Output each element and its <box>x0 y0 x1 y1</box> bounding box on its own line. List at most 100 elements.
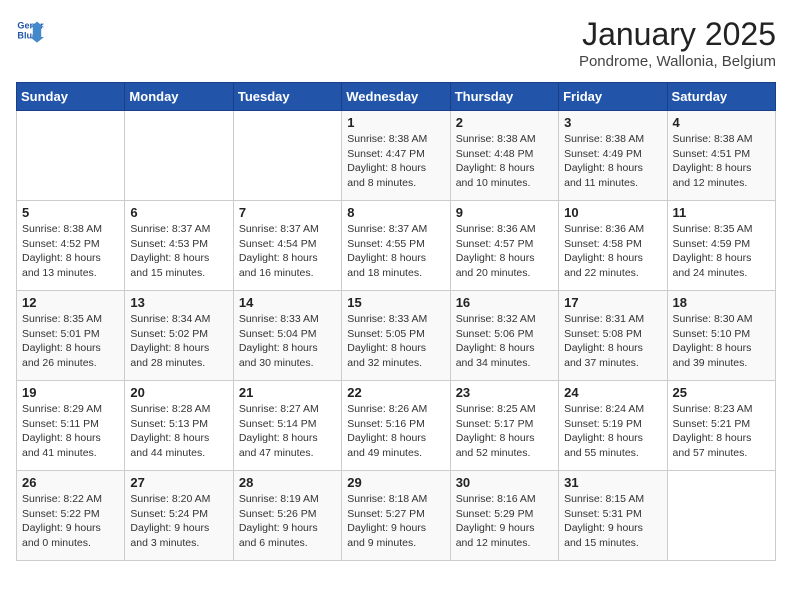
calendar-cell <box>667 471 775 561</box>
day-number: 4 <box>673 115 770 130</box>
calendar-week-3: 12Sunrise: 8:35 AM Sunset: 5:01 PM Dayli… <box>17 291 776 381</box>
calendar-cell: 8 Sunrise: 8:37 AM Sunset: 4:55 PM Daylig… <box>342 201 450 291</box>
calendar-cell: 3 Sunrise: 8:38 AM Sunset: 4:49 PM Daylig… <box>559 111 667 201</box>
calendar-week-2: 5 Sunrise: 8:38 AM Sunset: 4:52 PM Daylig… <box>17 201 776 291</box>
calendar-header-row: SundayMondayTuesdayWednesdayThursdayFrid… <box>17 83 776 111</box>
day-info: Sunrise: 8:38 AM Sunset: 4:49 PM Dayligh… <box>564 132 661 191</box>
day-info: Sunrise: 8:32 AM Sunset: 5:06 PM Dayligh… <box>456 312 553 371</box>
day-info: Sunrise: 8:38 AM Sunset: 4:52 PM Dayligh… <box>22 222 119 281</box>
calendar-cell: 6Sunrise: 8:37 AM Sunset: 4:53 PM Daylig… <box>125 201 233 291</box>
day-number: 14 <box>239 295 336 310</box>
day-number: 5 <box>22 205 119 220</box>
calendar-cell: 23 Sunrise: 8:25 AM Sunset: 5:17 PM Dayli… <box>450 381 558 471</box>
title-block: January 2025 Pondrome, Wallonia, Belgium <box>579 16 776 70</box>
column-header-saturday: Saturday <box>667 83 775 111</box>
day-number: 25 <box>673 385 770 400</box>
calendar-cell: 25Sunrise: 8:23 AM Sunset: 5:21 PM Dayli… <box>667 381 775 471</box>
calendar-cell: 4 Sunrise: 8:38 AM Sunset: 4:51 PM Daylig… <box>667 111 775 201</box>
calendar-cell: 26 Sunrise: 8:22 AM Sunset: 5:22 PM Dayli… <box>17 471 125 561</box>
calendar-body: 1 Sunrise: 8:38 AM Sunset: 4:47 PM Daylig… <box>17 111 776 561</box>
day-info: Sunrise: 8:25 AM Sunset: 5:17 PM Dayligh… <box>456 402 553 461</box>
calendar-table: SundayMondayTuesdayWednesdayThursdayFrid… <box>16 82 776 561</box>
day-number: 13 <box>130 295 227 310</box>
day-number: 18 <box>673 295 770 310</box>
day-info: Sunrise: 8:26 AM Sunset: 5:16 PM Dayligh… <box>347 402 444 461</box>
day-number: 15 <box>347 295 444 310</box>
calendar-cell <box>233 111 341 201</box>
calendar-cell: 5 Sunrise: 8:38 AM Sunset: 4:52 PM Daylig… <box>17 201 125 291</box>
day-info: Sunrise: 8:35 AM Sunset: 4:59 PM Dayligh… <box>673 222 770 281</box>
day-number: 19 <box>22 385 119 400</box>
column-header-thursday: Thursday <box>450 83 558 111</box>
day-info: Sunrise: 8:18 AM Sunset: 5:27 PM Dayligh… <box>347 492 444 551</box>
calendar-cell: 31 Sunrise: 8:15 AM Sunset: 5:31 PM Dayli… <box>559 471 667 561</box>
calendar-week-1: 1 Sunrise: 8:38 AM Sunset: 4:47 PM Daylig… <box>17 111 776 201</box>
day-info: Sunrise: 8:16 AM Sunset: 5:29 PM Dayligh… <box>456 492 553 551</box>
day-info: Sunrise: 8:34 AM Sunset: 5:02 PM Dayligh… <box>130 312 227 371</box>
day-number: 3 <box>564 115 661 130</box>
day-number: 1 <box>347 115 444 130</box>
day-number: 11 <box>673 205 770 220</box>
calendar-subtitle: Pondrome, Wallonia, Belgium <box>579 53 776 70</box>
day-number: 12 <box>22 295 119 310</box>
calendar-cell: 7Sunrise: 8:37 AM Sunset: 4:54 PM Daylig… <box>233 201 341 291</box>
day-info: Sunrise: 8:20 AM Sunset: 5:24 PM Dayligh… <box>130 492 227 551</box>
calendar-week-4: 19 Sunrise: 8:29 AM Sunset: 5:11 PM Dayli… <box>17 381 776 471</box>
logo-icon: General Blue <box>16 16 44 44</box>
day-info: Sunrise: 8:38 AM Sunset: 4:47 PM Dayligh… <box>347 132 444 191</box>
calendar-cell: 11 Sunrise: 8:35 AM Sunset: 4:59 PM Dayli… <box>667 201 775 291</box>
day-number: 23 <box>456 385 553 400</box>
day-info: Sunrise: 8:33 AM Sunset: 5:04 PM Dayligh… <box>239 312 336 371</box>
calendar-cell: 15Sunrise: 8:33 AM Sunset: 5:05 PM Dayli… <box>342 291 450 381</box>
calendar-cell: 18Sunrise: 8:30 AM Sunset: 5:10 PM Dayli… <box>667 291 775 381</box>
calendar-cell: 16 Sunrise: 8:32 AM Sunset: 5:06 PM Dayli… <box>450 291 558 381</box>
calendar-week-5: 26 Sunrise: 8:22 AM Sunset: 5:22 PM Dayli… <box>17 471 776 561</box>
calendar-cell: 9 Sunrise: 8:36 AM Sunset: 4:57 PM Daylig… <box>450 201 558 291</box>
calendar-cell <box>125 111 233 201</box>
logo: General Blue <box>16 16 44 44</box>
day-number: 26 <box>22 475 119 490</box>
day-info: Sunrise: 8:38 AM Sunset: 4:51 PM Dayligh… <box>673 132 770 191</box>
calendar-title: January 2025 <box>579 16 776 53</box>
calendar-cell: 19 Sunrise: 8:29 AM Sunset: 5:11 PM Dayli… <box>17 381 125 471</box>
day-info: Sunrise: 8:36 AM Sunset: 4:57 PM Dayligh… <box>456 222 553 281</box>
day-info: Sunrise: 8:15 AM Sunset: 5:31 PM Dayligh… <box>564 492 661 551</box>
day-info: Sunrise: 8:27 AM Sunset: 5:14 PM Dayligh… <box>239 402 336 461</box>
day-info: Sunrise: 8:22 AM Sunset: 5:22 PM Dayligh… <box>22 492 119 551</box>
calendar-cell: 13 Sunrise: 8:34 AM Sunset: 5:02 PM Dayli… <box>125 291 233 381</box>
day-number: 10 <box>564 205 661 220</box>
day-number: 2 <box>456 115 553 130</box>
day-number: 21 <box>239 385 336 400</box>
calendar-cell: 24Sunrise: 8:24 AM Sunset: 5:19 PM Dayli… <box>559 381 667 471</box>
calendar-cell: 27Sunrise: 8:20 AM Sunset: 5:24 PM Dayli… <box>125 471 233 561</box>
day-number: 16 <box>456 295 553 310</box>
calendar-cell: 14 Sunrise: 8:33 AM Sunset: 5:04 PM Dayli… <box>233 291 341 381</box>
calendar-cell: 22 Sunrise: 8:26 AM Sunset: 5:16 PM Dayli… <box>342 381 450 471</box>
day-info: Sunrise: 8:38 AM Sunset: 4:48 PM Dayligh… <box>456 132 553 191</box>
calendar-cell: 17Sunrise: 8:31 AM Sunset: 5:08 PM Dayli… <box>559 291 667 381</box>
column-header-sunday: Sunday <box>17 83 125 111</box>
day-info: Sunrise: 8:24 AM Sunset: 5:19 PM Dayligh… <box>564 402 661 461</box>
day-number: 20 <box>130 385 227 400</box>
day-info: Sunrise: 8:36 AM Sunset: 4:58 PM Dayligh… <box>564 222 661 281</box>
page-header: General Blue January 2025 Pondrome, Wall… <box>16 16 776 70</box>
calendar-cell: 21 Sunrise: 8:27 AM Sunset: 5:14 PM Dayli… <box>233 381 341 471</box>
day-number: 17 <box>564 295 661 310</box>
day-number: 8 <box>347 205 444 220</box>
day-info: Sunrise: 8:28 AM Sunset: 5:13 PM Dayligh… <box>130 402 227 461</box>
day-number: 9 <box>456 205 553 220</box>
calendar-cell: 12Sunrise: 8:35 AM Sunset: 5:01 PM Dayli… <box>17 291 125 381</box>
column-header-monday: Monday <box>125 83 233 111</box>
column-header-tuesday: Tuesday <box>233 83 341 111</box>
day-number: 31 <box>564 475 661 490</box>
calendar-cell <box>17 111 125 201</box>
day-info: Sunrise: 8:29 AM Sunset: 5:11 PM Dayligh… <box>22 402 119 461</box>
calendar-cell: 30Sunrise: 8:16 AM Sunset: 5:29 PM Dayli… <box>450 471 558 561</box>
day-info: Sunrise: 8:19 AM Sunset: 5:26 PM Dayligh… <box>239 492 336 551</box>
column-header-wednesday: Wednesday <box>342 83 450 111</box>
calendar-cell: 10 Sunrise: 8:36 AM Sunset: 4:58 PM Dayli… <box>559 201 667 291</box>
day-info: Sunrise: 8:37 AM Sunset: 4:54 PM Dayligh… <box>239 222 336 281</box>
day-info: Sunrise: 8:37 AM Sunset: 4:55 PM Dayligh… <box>347 222 444 281</box>
day-number: 22 <box>347 385 444 400</box>
day-number: 29 <box>347 475 444 490</box>
